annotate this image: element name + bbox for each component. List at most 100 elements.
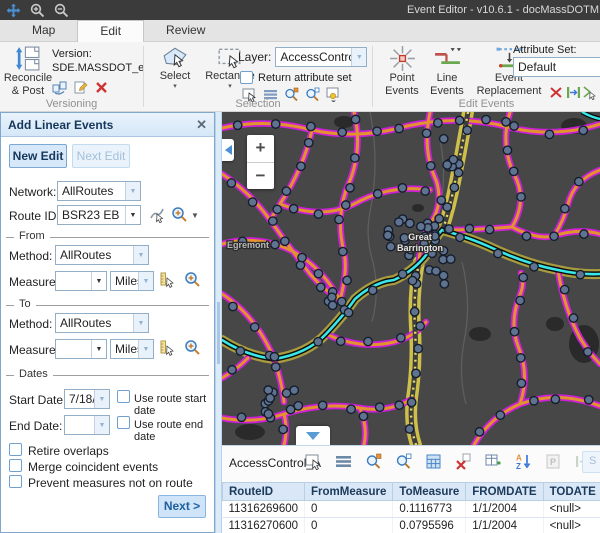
column-header[interactable]: RouteID bbox=[223, 483, 305, 501]
collapse-panel-button[interactable] bbox=[222, 139, 234, 161]
network-combo-arrow[interactable]: ▼ bbox=[125, 182, 140, 200]
to-unit-value: Miles bbox=[111, 340, 138, 358]
map-canvas[interactable]: EgremontGreatBarrington bbox=[222, 112, 600, 445]
pan-to-selection-icon[interactable] bbox=[395, 453, 412, 470]
cell[interactable]: 0 bbox=[305, 518, 393, 533]
close-icon[interactable]: ✕ bbox=[196, 118, 207, 131]
to-unit-combo-arrow[interactable]: ▼ bbox=[138, 340, 153, 358]
pan-icon[interactable] bbox=[6, 3, 21, 18]
next-edit-button[interactable]: Next Edit bbox=[72, 144, 130, 168]
retire-overlaps-checkbox[interactable] bbox=[9, 443, 22, 456]
network-combo[interactable]: AllRoutes ▼ bbox=[57, 181, 141, 201]
cell[interactable]: 1/1/2004 bbox=[466, 518, 543, 533]
zoom-route-dropdown-arrow[interactable]: ▼ bbox=[191, 211, 199, 220]
collapse-table-button[interactable] bbox=[296, 426, 330, 445]
tab-map[interactable]: Map bbox=[10, 20, 77, 41]
point-events-button[interactable]: Point Events bbox=[381, 45, 423, 97]
from-unit-combo-arrow[interactable]: ▼ bbox=[138, 272, 153, 290]
cell[interactable]: <null> bbox=[543, 518, 600, 533]
map-zoom-in-button[interactable]: + bbox=[247, 135, 274, 163]
select-dropdown-arrow: ▾ bbox=[173, 83, 177, 91]
add-record-icon[interactable] bbox=[485, 453, 502, 470]
svg-text:Z: Z bbox=[516, 462, 521, 470]
column-header[interactable]: TODATE bbox=[543, 483, 600, 501]
tab-review[interactable]: Review bbox=[144, 20, 227, 41]
layer-combo-arrow[interactable]: ▼ bbox=[351, 48, 366, 66]
cell[interactable]: 11316269600 bbox=[223, 501, 305, 518]
to-measure-combo[interactable]: ▼ bbox=[55, 339, 107, 359]
new-edit-button[interactable]: New Edit bbox=[9, 144, 67, 168]
from-method-combo[interactable]: AllRoutes ▼ bbox=[55, 245, 149, 265]
to-method-combo-arrow[interactable]: ▼ bbox=[133, 314, 148, 332]
use-route-end-checkbox[interactable] bbox=[117, 416, 130, 429]
cell[interactable]: 11316270600 bbox=[223, 518, 305, 533]
to-unit-combo[interactable]: Miles ▼ bbox=[110, 339, 154, 359]
to-method-value: AllRoutes bbox=[56, 314, 133, 332]
column-header[interactable]: FROMDATE bbox=[466, 483, 543, 501]
select-button[interactable]: Select ▾ bbox=[152, 46, 198, 91]
zoom-to-selection-icon[interactable] bbox=[365, 453, 382, 470]
select-features-icon[interactable] bbox=[305, 453, 322, 470]
end-date-label: End Date: bbox=[9, 419, 62, 433]
prevent-measures-label: Prevent measures not on route bbox=[28, 476, 193, 490]
edit-version-icon[interactable] bbox=[73, 80, 88, 95]
line-events-button[interactable]: Line Events bbox=[425, 45, 469, 97]
route-id-combo[interactable]: BSR23 EB ▼ bbox=[57, 205, 141, 225]
selection-list-icon[interactable] bbox=[335, 453, 352, 470]
from-measure-zoom-icon[interactable] bbox=[184, 271, 201, 288]
attribute-set-combo[interactable]: Default bbox=[513, 57, 600, 77]
zoom-route-icon[interactable] bbox=[171, 206, 188, 223]
from-unit-combo[interactable]: Miles ▼ bbox=[110, 271, 154, 291]
column-header[interactable]: ToMeasure bbox=[393, 483, 466, 501]
use-route-start-checkbox[interactable] bbox=[117, 390, 130, 403]
from-measure-combo[interactable]: ▼ bbox=[55, 271, 107, 291]
sort-icon[interactable]: AZ bbox=[515, 453, 532, 470]
column-header[interactable]: FromMeasure bbox=[305, 483, 393, 501]
to-measure-pick-icon[interactable] bbox=[159, 339, 176, 356]
next-button[interactable]: Next > bbox=[158, 495, 206, 518]
svg-text:Barrington: Barrington bbox=[397, 243, 443, 253]
reconcile-post-button[interactable]: Reconcile & Post bbox=[6, 45, 50, 97]
splitter-thumb[interactable] bbox=[217, 302, 220, 364]
zoom-in-icon[interactable] bbox=[30, 3, 45, 18]
start-date-combo-arrow[interactable]: ▼ bbox=[94, 390, 109, 408]
clear-selection-icon[interactable] bbox=[455, 453, 472, 470]
prevent-measures-checkbox[interactable] bbox=[9, 475, 22, 488]
version-branch-icon[interactable] bbox=[52, 80, 67, 95]
save-button[interactable]: S bbox=[582, 451, 600, 473]
end-date-combo[interactable]: ▼ bbox=[64, 415, 110, 435]
from-measure-pick-icon[interactable] bbox=[159, 271, 176, 288]
pick-route-icon[interactable] bbox=[149, 206, 166, 223]
start-date-label: Start Date: bbox=[9, 393, 66, 407]
table-row[interactable]: 11316269600 0 0.1116773 1/1/2004 <null> … bbox=[223, 501, 600, 518]
cell[interactable]: 1/1/2004 bbox=[466, 501, 543, 518]
table-row[interactable]: 11316270600 0 0.0795596 1/1/2004 <null> … bbox=[223, 518, 600, 533]
layer-row: Layer: AccessControl_A ▼ bbox=[238, 47, 367, 67]
calculate-icon[interactable] bbox=[425, 453, 442, 470]
cell[interactable]: 0 bbox=[305, 501, 393, 518]
map-zoom-out-button[interactable]: − bbox=[247, 163, 274, 190]
to-measure-combo-arrow[interactable]: ▼ bbox=[91, 340, 106, 358]
page-icon[interactable]: P bbox=[545, 453, 562, 470]
end-date-combo-arrow[interactable]: ▼ bbox=[94, 416, 109, 434]
layer-combo[interactable]: AccessControl_A ▼ bbox=[275, 47, 367, 67]
cell[interactable]: <null> bbox=[543, 501, 600, 518]
zoom-out-icon[interactable] bbox=[54, 3, 69, 18]
app-title: Event Editor - v10.6.1 - docMassDOTM bbox=[407, 4, 599, 16]
panel-splitter[interactable] bbox=[215, 112, 222, 533]
cell[interactable]: 0.1116773 bbox=[393, 501, 466, 518]
cell[interactable]: 0.0795596 bbox=[393, 518, 466, 533]
merge-coincident-checkbox[interactable] bbox=[9, 459, 22, 472]
return-attribute-checkbox[interactable] bbox=[240, 71, 253, 84]
route-id-combo-arrow[interactable]: ▼ bbox=[125, 206, 140, 224]
tab-edit[interactable]: Edit bbox=[77, 20, 144, 42]
layer-label: Layer: bbox=[238, 50, 271, 64]
group-selection: Select ▾ Rectangle ▾ Layer: AccessContro… bbox=[144, 42, 372, 111]
start-date-combo[interactable]: 7/18/ ▼ bbox=[64, 389, 110, 409]
network-label: Network: bbox=[9, 185, 56, 199]
from-method-combo-arrow[interactable]: ▼ bbox=[133, 246, 148, 264]
to-method-combo[interactable]: AllRoutes ▼ bbox=[55, 313, 149, 333]
to-measure-zoom-icon[interactable] bbox=[184, 339, 201, 356]
delete-version-icon[interactable] bbox=[94, 80, 109, 95]
from-measure-combo-arrow[interactable]: ▼ bbox=[91, 272, 106, 290]
